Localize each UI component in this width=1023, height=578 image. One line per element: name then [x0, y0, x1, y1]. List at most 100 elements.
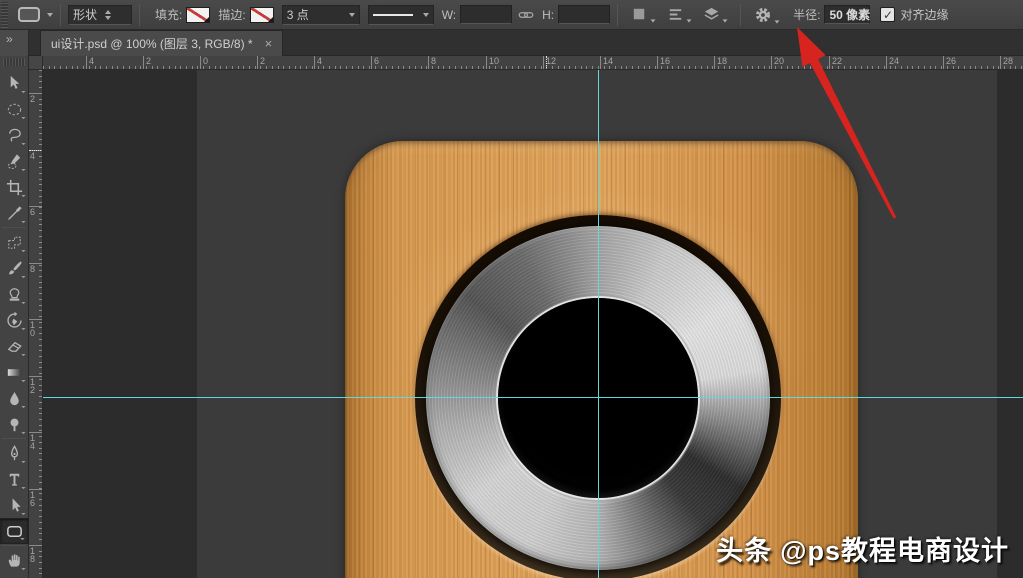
tool-eyedropper[interactable]: [0, 200, 29, 226]
ruler-label: 6: [374, 56, 379, 66]
ruler-label: 0: [203, 56, 208, 66]
link-dimensions-button[interactable]: [517, 6, 535, 24]
ruler-label: 28: [1003, 56, 1013, 66]
tools-panel-collapse-button[interactable]: »: [0, 30, 29, 56]
stroke-width-select[interactable]: 3 点: [282, 5, 360, 25]
radius-input[interactable]: 50 像素: [824, 5, 870, 24]
ruler-label: 14: [30, 434, 35, 450]
tool-gradient[interactable]: [0, 359, 29, 385]
align-edges-checkbox[interactable]: ✓: [880, 7, 895, 22]
document-canvas[interactable]: [197, 70, 997, 578]
chevron-down-icon: [723, 19, 728, 22]
tool-quick-select[interactable]: [0, 148, 29, 174]
checkmark-icon: ✓: [883, 8, 893, 22]
tool-group-separator: [2, 438, 26, 439]
separator: [740, 4, 741, 26]
ruler-label: 4: [30, 152, 35, 160]
tool-move[interactable]: [0, 70, 29, 96]
tool-history-brush[interactable]: [0, 307, 29, 333]
tool-marquee-ellipse[interactable]: [0, 96, 29, 122]
tool-patch[interactable]: [0, 229, 29, 255]
updown-arrows-icon: [105, 10, 111, 20]
rounded-rectangle-preset-icon: [18, 7, 40, 22]
chevron-down-icon: [268, 17, 273, 22]
height-label: H:: [542, 8, 554, 22]
ruler-label: 4: [89, 56, 94, 66]
arrange-icon: [702, 5, 721, 24]
fill-none-swatch[interactable]: [186, 7, 210, 23]
height-input[interactable]: [558, 5, 610, 24]
document-tab[interactable]: ui设计.psd @ 100% (图层 3, RGB/8) * ×: [40, 30, 283, 56]
ruler-label: 12: [546, 56, 556, 66]
separator: [60, 4, 61, 26]
path-arrangement-button[interactable]: [702, 5, 728, 24]
tool-type[interactable]: [0, 466, 29, 492]
vertical-guide[interactable]: [598, 70, 599, 578]
stroke-label: 描边:: [218, 6, 245, 23]
tool-preset-button[interactable]: [18, 7, 53, 22]
stroke-type-select[interactable]: [368, 5, 434, 25]
chevron-down-icon: [204, 17, 209, 22]
gear-icon: [753, 5, 773, 25]
tools-panel: [0, 56, 29, 578]
shape-mode-value: 形状: [73, 6, 97, 23]
line-style-sample: [373, 14, 413, 16]
close-icon[interactable]: ×: [265, 36, 273, 51]
width-input[interactable]: [460, 5, 512, 24]
stroke-width-value: 3 点: [287, 6, 309, 23]
tool-brush[interactable]: [0, 255, 29, 281]
tool-options-bar: 形状 填充: 描边: 3 点 W: H:: [0, 0, 1023, 30]
tool-hand[interactable]: [0, 547, 29, 573]
ruler-label: 12: [30, 378, 35, 394]
chevron-down-icon: [349, 13, 355, 17]
tool-group-separator: [2, 227, 26, 228]
chevron-down-icon: [423, 13, 429, 17]
ruler-label: 2: [30, 95, 35, 103]
tool-clone-stamp[interactable]: [0, 281, 29, 307]
options-bar-gripper[interactable]: [1, 2, 8, 28]
watermark: 头条@ps教程电商设计: [716, 529, 1009, 568]
tool-crop[interactable]: [0, 174, 29, 200]
fill-label: 填充:: [155, 6, 182, 23]
tool-pen[interactable]: [0, 440, 29, 466]
document-tab-bar: » ui设计.psd @ 100% (图层 3, RGB/8) * ×: [0, 30, 1023, 56]
tool-path-select[interactable]: [0, 492, 29, 518]
ruler-label: 8: [30, 265, 35, 273]
stroke-none-swatch[interactable]: [250, 7, 274, 23]
ruler-label: 20: [774, 56, 784, 66]
tool-group-separator: [2, 545, 26, 546]
geometry-options-button[interactable]: [753, 5, 780, 25]
tools-panel-gripper: [3, 58, 25, 66]
watermark-brand: 头条: [716, 536, 772, 566]
path-alignment-button[interactable]: [666, 5, 692, 24]
tool-blur[interactable]: [0, 385, 29, 411]
ruler-label: 4: [317, 56, 322, 66]
separator: [617, 4, 618, 26]
ruler-label: 24: [889, 56, 899, 66]
vertical-ruler[interactable]: 24681012141618: [29, 70, 43, 578]
horizontal-ruler[interactable]: 420246810121416182022242628: [43, 56, 1023, 70]
ruler-label: 18: [717, 56, 727, 66]
horizontal-guide[interactable]: [43, 397, 1023, 398]
path-operations-button[interactable]: [630, 5, 656, 24]
ruler-label: 16: [30, 491, 35, 507]
tool-zoom[interactable]: [0, 573, 29, 578]
ruler-label: 16: [660, 56, 670, 66]
tool-dodge[interactable]: [0, 411, 29, 437]
width-label: W:: [442, 8, 456, 22]
ruler-label: 10: [489, 56, 499, 66]
ruler-corner[interactable]: [29, 56, 43, 70]
ruler-label: 10: [30, 321, 35, 337]
double-chevron-icon: »: [6, 32, 13, 46]
canvas-viewport[interactable]: 头条@ps教程电商设计: [43, 70, 1023, 578]
align-icon: [666, 5, 685, 24]
tool-eraser[interactable]: [0, 333, 29, 359]
shape-mode-select[interactable]: 形状: [68, 5, 132, 25]
tool-rounded-rectangle[interactable]: [0, 518, 29, 544]
chevron-down-icon: [47, 13, 53, 17]
ruler-label: 2: [146, 56, 151, 66]
document-tab-title: ui设计.psd @ 100% (图层 3, RGB/8) *: [51, 35, 253, 52]
ruler-label: 14: [603, 56, 613, 66]
tool-lasso[interactable]: [0, 122, 29, 148]
chevron-down-icon: [775, 20, 780, 23]
